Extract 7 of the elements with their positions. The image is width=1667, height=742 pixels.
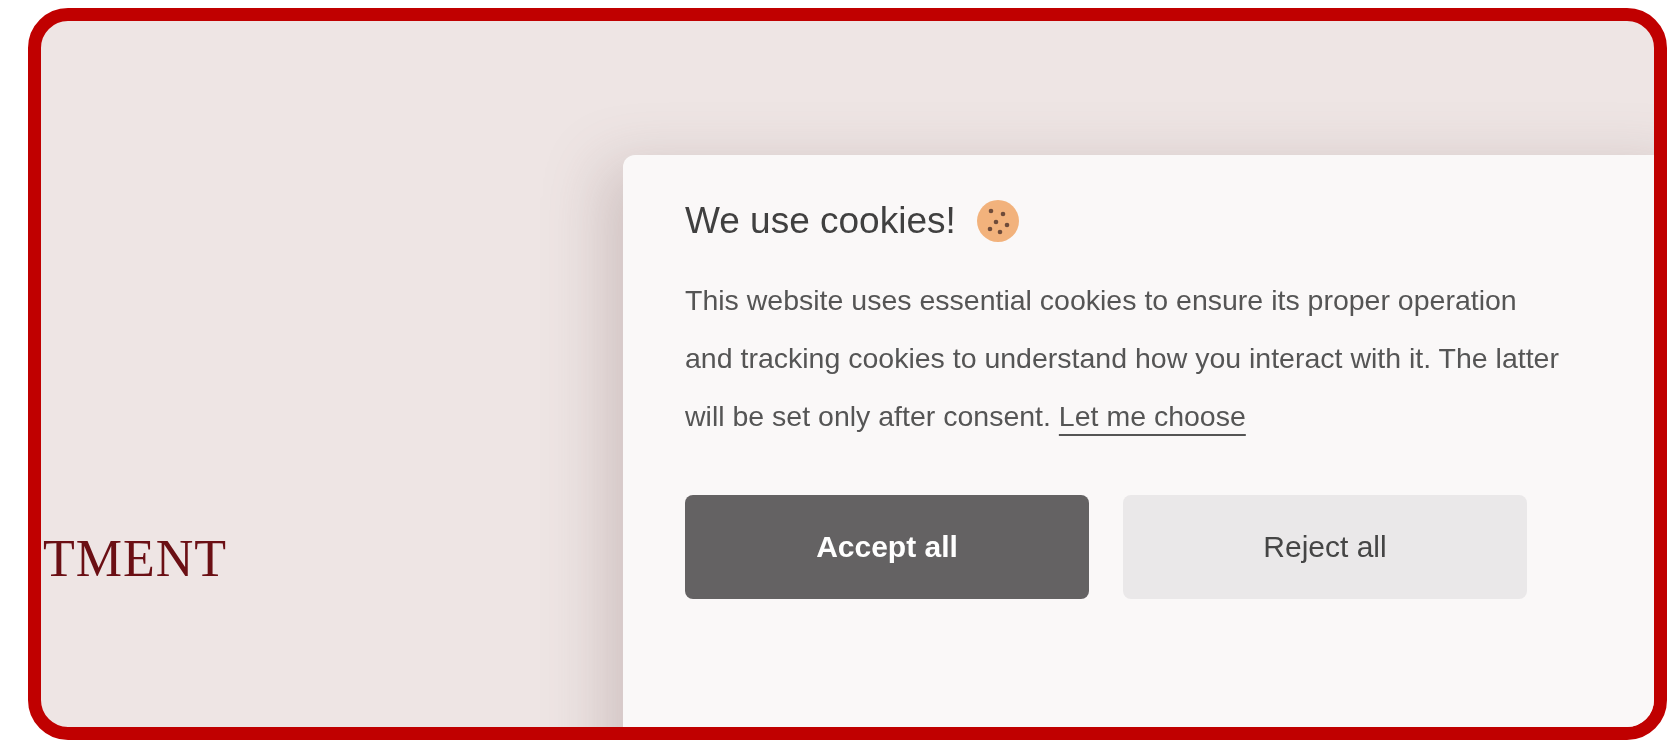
let-me-choose-link[interactable]: Let me choose	[1058, 400, 1246, 432]
reject-button[interactable]: Reject all	[1123, 495, 1527, 599]
accept-button[interactable]: Accept all	[685, 495, 1089, 599]
dialog-text: This website uses essential cookies to ensure its proper operation and tracking cookies to understand how you interact with it. The latter will be set only after consent. Let me choose	[685, 283, 1560, 434]
page-heading: TMENT	[43, 529, 228, 588]
dialog-title: We use cookies!	[685, 200, 956, 242]
cookie-icon	[975, 199, 1020, 243]
